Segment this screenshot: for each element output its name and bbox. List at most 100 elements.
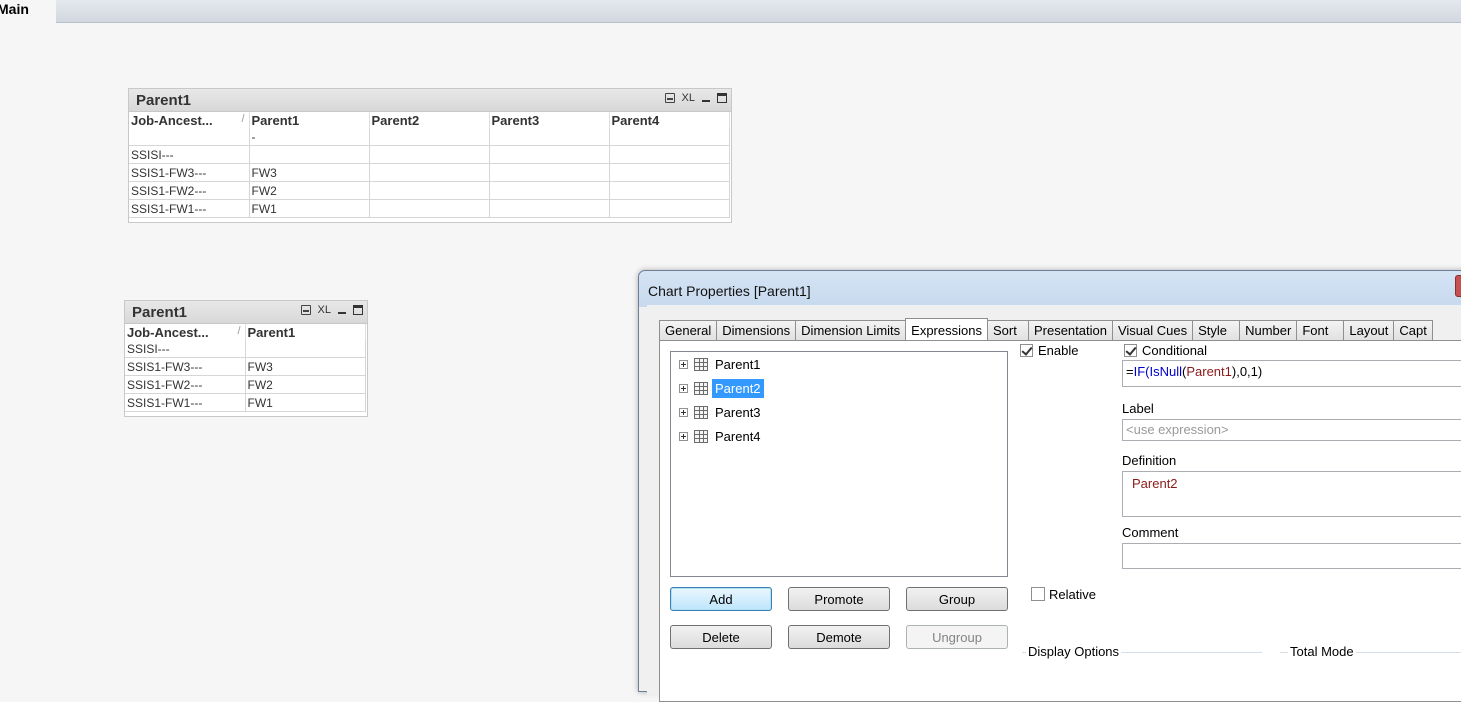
table-cell[interactable] (609, 128, 730, 146)
tab-font[interactable]: Font (1296, 320, 1345, 341)
tab-layout[interactable]: Layout (1343, 320, 1395, 341)
tree-item-label: Parent3 (715, 404, 761, 420)
table-caption[interactable]: Parent1 XL (129, 89, 731, 112)
minimize-icon[interactable] (702, 100, 710, 102)
table-row[interactable]: SSIS1-FW3--- FW3 (125, 357, 366, 376)
table-row[interactable]: SSISI--- (125, 340, 366, 358)
sheet-tab-main[interactable]: Main (0, 0, 56, 23)
tab-visual-cues[interactable]: Visual Cues (1111, 320, 1194, 341)
table-cell[interactable] (489, 145, 610, 164)
table-cell[interactable]: FW3 (249, 163, 370, 182)
tree-item-parent2[interactable]: Parent2 (679, 378, 764, 398)
minimize-icon[interactable] (338, 312, 346, 314)
tab-general[interactable]: General (659, 320, 718, 341)
table-cell[interactable]: FW3 (245, 357, 366, 376)
column-header-parent1[interactable]: Parent1 (245, 324, 366, 340)
tab-number[interactable]: Number (1239, 320, 1298, 341)
straight-table-parent1-wide[interactable]: Parent1 XL Job-Ancest... / Parent1 Parent… (128, 88, 732, 223)
table-cell[interactable] (245, 340, 366, 358)
table-cell[interactable] (489, 199, 610, 218)
comment-input[interactable] (1122, 543, 1461, 569)
print-icon[interactable] (664, 93, 675, 103)
column-header-parent1[interactable]: Parent1 (249, 112, 370, 128)
table-cell[interactable] (489, 163, 610, 182)
straight-table-parent1-narrow[interactable]: Parent1 XL Job-Ancest... / Parent1 SSISI-… (124, 300, 368, 417)
expressions-panel: Parent1 Parent2 Parent3 Parent4 Add Prom… (659, 340, 1461, 702)
column-header-parent2[interactable]: Parent2 (369, 112, 490, 128)
column-header-parent4[interactable]: Parent4 (609, 112, 730, 128)
column-header-job-ancestor[interactable]: Job-Ancest... / (129, 112, 250, 128)
table-cell[interactable]: SSIS1-FW2--- (125, 375, 246, 394)
table-row[interactable]: SSIS1-FW2--- FW2 (125, 375, 366, 394)
table-cell[interactable] (129, 128, 250, 146)
maximize-icon[interactable] (717, 93, 727, 103)
table-cell[interactable]: SSIS1-FW3--- (125, 357, 246, 376)
delete-button[interactable]: Delete (670, 625, 772, 649)
table-cell[interactable] (369, 163, 490, 182)
table-cell[interactable] (609, 163, 730, 182)
table-cell[interactable] (489, 181, 610, 200)
table-cell[interactable] (249, 145, 370, 164)
table-cell[interactable] (609, 145, 730, 164)
tree-item-parent3[interactable]: Parent3 (679, 402, 764, 422)
table-cell[interactable]: FW2 (249, 181, 370, 200)
tab-sort[interactable]: Sort (986, 320, 1029, 341)
table-title: Parent1 (132, 304, 188, 321)
table-cell[interactable] (489, 128, 610, 146)
table-cell[interactable] (369, 199, 490, 218)
conditional-checkbox[interactable] (1124, 344, 1137, 357)
tree-item-parent4[interactable]: Parent4 (679, 426, 764, 446)
demote-button[interactable]: Demote (788, 625, 890, 649)
send-to-excel-icon[interactable]: XL (318, 304, 331, 316)
table-row[interactable]: SSIS1-FW1--- FW1 (129, 199, 730, 218)
tab-presentation[interactable]: Presentation (1027, 320, 1113, 341)
conditional-expression-field[interactable]: =IF(IsNull(Parent1),0,1) (1122, 360, 1461, 387)
relative-checkbox[interactable] (1031, 587, 1045, 601)
tab-expressions[interactable]: Expressions (905, 318, 988, 342)
table-cell[interactable]: FW1 (249, 199, 370, 218)
table-cell[interactable] (609, 199, 730, 218)
tab-caption[interactable]: Capt (1393, 320, 1433, 341)
expression-tree[interactable]: Parent1 Parent2 Parent3 Parent4 (670, 351, 1008, 577)
close-icon[interactable] (1455, 275, 1461, 297)
print-icon[interactable] (300, 305, 311, 315)
table-cell[interactable]: SSISI--- (129, 145, 250, 164)
table-cell[interactable] (609, 181, 730, 200)
label-input[interactable]: <use expression> (1122, 419, 1461, 441)
chart-properties-dialog[interactable]: Chart Properties [Parent1] General Dimens… (638, 270, 1461, 702)
expand-icon[interactable] (679, 407, 688, 417)
table-cell[interactable]: SSIS1-FW1--- (125, 393, 246, 412)
definition-input[interactable]: Parent2 (1122, 471, 1461, 517)
expand-icon[interactable] (679, 383, 688, 393)
group-button[interactable]: Group (906, 587, 1008, 611)
table-cell[interactable] (369, 128, 490, 146)
tab-dimensions[interactable]: Dimensions (716, 320, 797, 341)
expand-icon[interactable] (679, 359, 688, 369)
column-header-parent3[interactable]: Parent3 (489, 112, 610, 128)
table-cell[interactable]: - (249, 128, 370, 146)
table-row[interactable]: SSISI--- (129, 145, 730, 164)
column-header-job-ancestor[interactable]: Job-Ancest... / (125, 324, 246, 340)
tab-dimension-limits[interactable]: Dimension Limits (795, 320, 907, 341)
table-cell[interactable]: SSIS1-FW1--- (129, 199, 250, 218)
table-row[interactable]: SSIS1-FW1--- FW1 (125, 393, 366, 412)
add-button[interactable]: Add (670, 587, 772, 611)
table-cell[interactable]: FW1 (245, 393, 366, 412)
send-to-excel-icon[interactable]: XL (682, 92, 695, 104)
expand-icon[interactable] (679, 431, 688, 441)
table-cell[interactable]: SSIS1-FW3--- (129, 163, 250, 182)
promote-button[interactable]: Promote (788, 587, 890, 611)
table-cell[interactable] (369, 145, 490, 164)
table-caption[interactable]: Parent1 XL (125, 301, 367, 324)
table-cell[interactable]: SSIS1-FW2--- (129, 181, 250, 200)
table-row[interactable]: - (129, 128, 730, 146)
tree-item-parent1[interactable]: Parent1 (679, 354, 764, 374)
table-row[interactable]: SSIS1-FW2--- FW2 (129, 181, 730, 200)
table-row[interactable]: SSIS1-FW3--- FW3 (129, 163, 730, 182)
table-cell[interactable]: FW2 (245, 375, 366, 394)
enable-checkbox[interactable] (1020, 344, 1033, 357)
tab-style[interactable]: Style (1192, 320, 1241, 341)
table-cell[interactable] (369, 181, 490, 200)
maximize-icon[interactable] (353, 305, 363, 315)
table-cell[interactable]: SSISI--- (125, 340, 246, 358)
